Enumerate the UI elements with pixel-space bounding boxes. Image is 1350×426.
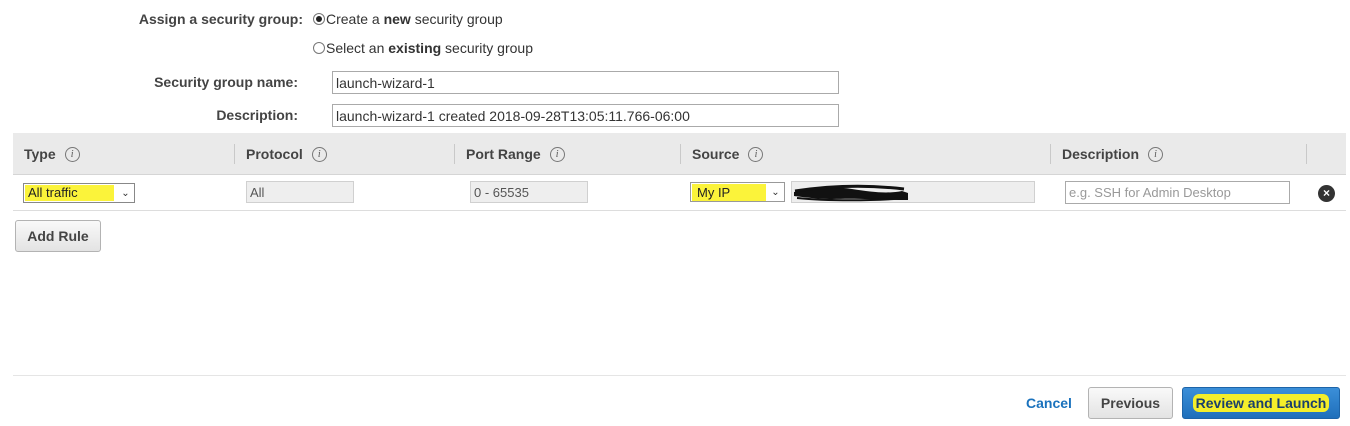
radio-create-new-bold: new	[383, 11, 411, 27]
previous-button[interactable]: Previous	[1088, 387, 1173, 419]
chevron-down-icon: ⌄	[121, 187, 130, 199]
column-divider	[234, 144, 235, 164]
radio-create-new-prefix: Create a	[326, 11, 384, 27]
column-header-source: Source i	[692, 133, 764, 175]
source-select-value: My IP	[692, 183, 766, 201]
column-header-type-label: Type	[24, 146, 56, 162]
type-select-value: All traffic	[25, 185, 114, 201]
security-group-name-label: Security group name:	[154, 74, 298, 90]
radio-select-existing-prefix: Select an	[326, 40, 389, 56]
rule-description-input[interactable]: e.g. SSH for Admin Desktop	[1065, 181, 1290, 204]
column-header-protocol: Protocol i	[246, 133, 327, 175]
row-divider	[13, 210, 1346, 211]
column-header-description: Description i	[1062, 133, 1164, 175]
info-icon[interactable]: i	[1148, 146, 1164, 162]
column-divider	[680, 144, 681, 164]
info-icon[interactable]: i	[64, 146, 80, 162]
column-header-port-range-label: Port Range	[466, 146, 541, 162]
rules-table-header: Type i Protocol i Port Range i Source i …	[13, 133, 1346, 175]
source-ip-field[interactable]	[791, 181, 1035, 203]
info-icon[interactable]: i	[311, 146, 327, 162]
security-group-name-input[interactable]	[332, 71, 839, 94]
review-and-launch-button[interactable]: Review and Launch	[1182, 387, 1340, 419]
chevron-down-icon: ⌄	[771, 186, 780, 198]
protocol-field: All	[246, 181, 354, 203]
info-icon[interactable]: i	[549, 146, 565, 162]
review-and-launch-label: Review and Launch	[1192, 394, 1330, 412]
column-divider	[1050, 144, 1051, 164]
add-rule-button[interactable]: Add Rule	[15, 220, 101, 252]
radio-create-new-suffix: security group	[410, 11, 503, 27]
column-header-protocol-label: Protocol	[246, 146, 303, 162]
source-select[interactable]: My IP ⌄	[690, 182, 785, 202]
info-icon[interactable]: i	[748, 146, 764, 162]
radio-select-existing-suffix: security group	[441, 40, 533, 56]
radio-select-existing-security-group[interactable]: Select an existing security group	[313, 40, 533, 56]
column-header-port-range: Port Range i	[466, 133, 565, 175]
column-header-type: Type i	[24, 133, 80, 175]
description-label: Description:	[216, 107, 298, 123]
radio-create-new-security-group[interactable]: Create a new security group	[313, 11, 503, 27]
redaction-scribble	[794, 184, 909, 202]
footer-divider	[13, 375, 1346, 376]
type-select[interactable]: All traffic ⌄	[23, 183, 135, 203]
port-range-field: 0 - 65535	[470, 181, 588, 203]
radio-select-existing-bold: existing	[388, 40, 442, 56]
column-divider	[1306, 144, 1307, 164]
column-header-description-label: Description	[1062, 146, 1140, 162]
radio-checked-icon[interactable]	[313, 13, 325, 25]
column-header-source-label: Source	[692, 146, 740, 162]
assign-security-group-label: Assign a security group:	[138, 11, 303, 27]
radio-unchecked-icon[interactable]	[313, 42, 325, 54]
description-input[interactable]	[332, 104, 839, 127]
column-divider	[454, 144, 455, 164]
cancel-link[interactable]: Cancel	[1026, 395, 1072, 411]
close-circle-icon[interactable]: ×	[1318, 185, 1335, 202]
